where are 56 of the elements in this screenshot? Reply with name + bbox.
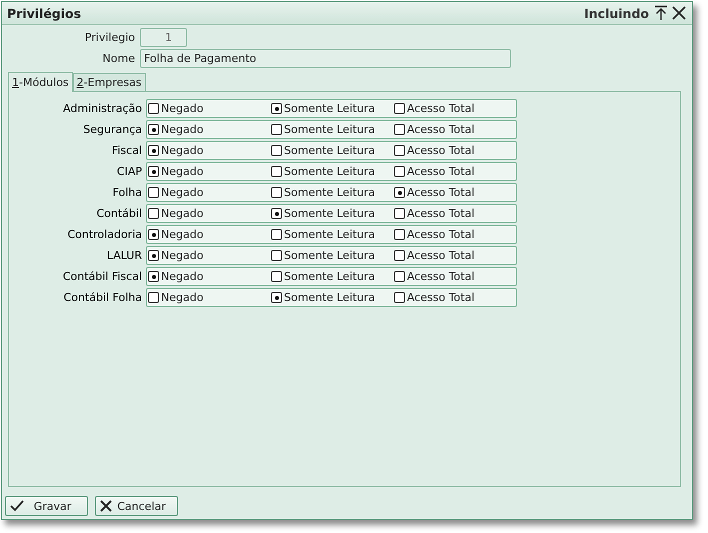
radio-option[interactable]: Negado — [147, 207, 270, 220]
radio-option[interactable]: Somente Leitura — [270, 165, 393, 178]
radio-option[interactable]: Acesso Total — [393, 228, 516, 241]
radio-option[interactable]: Negado — [147, 102, 270, 115]
close-icon — [100, 500, 112, 512]
module-label: Contábil Fiscal — [62, 270, 143, 283]
radio-option[interactable]: Somente Leitura — [270, 123, 393, 136]
radio-option[interactable]: Somente Leitura — [270, 186, 393, 199]
field-label: Nome — [102, 52, 136, 64]
radio-option[interactable]: Acesso Total — [393, 270, 516, 283]
mode-label: Incluindo — [584, 6, 649, 20]
check-icon — [10, 500, 24, 512]
module-label: Contábil Folha — [62, 291, 143, 304]
module-label: LALUR — [106, 249, 143, 262]
radio-option[interactable]: Negado — [147, 144, 270, 157]
radio-option[interactable]: Somente Leitura — [270, 249, 393, 262]
save-button[interactable]: Gravar — [5, 496, 88, 516]
radio-option[interactable]: Somente Leitura — [270, 207, 393, 220]
arrow-up-icon — [653, 5, 669, 21]
radio-option[interactable]: Somente Leitura — [270, 228, 393, 241]
radio-option[interactable]: Negado — [147, 228, 270, 241]
radio-option[interactable]: Negado — [147, 123, 270, 136]
cancel-button[interactable]: Cancelar — [95, 496, 178, 516]
window-title: Privilégios — [7, 6, 82, 20]
number-field[interactable]: 1 — [140, 28, 187, 46]
close-button[interactable] — [670, 5, 688, 21]
radio-option[interactable]: Somente Leitura — [270, 102, 393, 115]
radio-option[interactable]: Negado — [147, 291, 270, 304]
radio-option[interactable]: Acesso Total — [393, 123, 516, 136]
module-label: CIAP — [116, 165, 143, 178]
radio-option[interactable]: Negado — [147, 270, 270, 283]
tab[interactable]: 1-Módulos — [8, 72, 73, 92]
radio-option[interactable]: Somente Leitura — [270, 291, 393, 304]
module-label: Controladoria — [66, 228, 143, 241]
radio-option[interactable]: Acesso Total — [393, 144, 516, 157]
field-label: Privilegio — [84, 30, 136, 44]
module-label: Fiscal — [110, 144, 143, 157]
close-icon — [671, 5, 687, 21]
tab[interactable]: 2-Empresas — [72, 73, 146, 91]
radio-option[interactable]: Somente Leitura — [270, 144, 393, 157]
module-label: Administração — [62, 102, 143, 115]
radio-option[interactable]: Acesso Total — [393, 291, 516, 304]
module-label: Segurança — [82, 123, 143, 136]
text-field[interactable]: Folha de Pagamento — [140, 48, 511, 68]
radio-option[interactable]: Acesso Total — [393, 102, 516, 115]
radio-option[interactable]: Negado — [147, 165, 270, 178]
radio-option[interactable]: Acesso Total — [393, 249, 516, 262]
radio-option[interactable]: Negado — [147, 249, 270, 262]
module-label: Folha — [112, 186, 143, 199]
radio-option[interactable]: Acesso Total — [393, 207, 516, 220]
radio-option[interactable]: Negado — [147, 186, 270, 199]
module-label: Contábil — [95, 207, 143, 220]
pin-button[interactable] — [652, 5, 670, 21]
radio-option[interactable]: Somente Leitura — [270, 270, 393, 283]
radio-option[interactable]: Acesso Total — [393, 186, 516, 199]
radio-option[interactable]: Acesso Total — [393, 165, 516, 178]
